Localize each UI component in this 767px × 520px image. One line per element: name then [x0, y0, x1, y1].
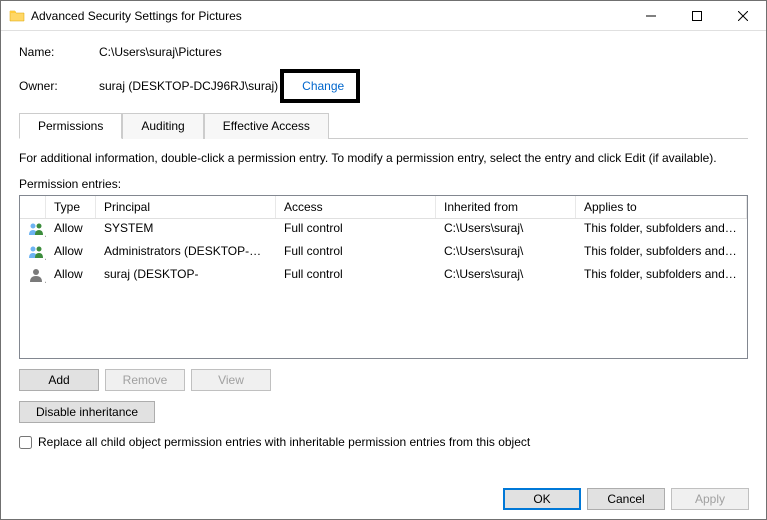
dialog-footer: OK Cancel Apply [0, 477, 767, 520]
owner-value: suraj (DESKTOP-DCJ96RJ\suraj) Change [99, 69, 360, 103]
cell-type: Allow [46, 220, 96, 241]
instruction-text: For additional information, double-click… [19, 151, 748, 165]
owner-label: Owner: [19, 79, 99, 93]
grid-body: AllowSYSTEMFull controlC:\Users\suraj\Th… [20, 219, 747, 288]
tabs: Permissions Auditing Effective Access [19, 113, 748, 139]
column-access[interactable]: Access [276, 196, 436, 218]
cancel-button[interactable]: Cancel [587, 488, 665, 510]
grid-header: Type Principal Access Inherited from App… [20, 196, 747, 219]
cell-applies: This folder, subfolders and files [576, 220, 747, 241]
cell-access: Full control [276, 266, 436, 287]
close-button[interactable] [720, 1, 766, 30]
cell-principal: SYSTEM [96, 220, 276, 241]
cell-inherited: C:\Users\suraj\ [436, 266, 576, 287]
column-inherited[interactable]: Inherited from [436, 196, 576, 218]
cell-principal: suraj (DESKTOP- [96, 266, 276, 287]
users-group-icon [20, 243, 46, 264]
cell-applies: This folder, subfolders and files [576, 243, 747, 264]
apply-button: Apply [671, 488, 749, 510]
folder-security-icon [9, 8, 25, 24]
add-button[interactable]: Add [19, 369, 99, 391]
name-value: C:\Users\suraj\Pictures [99, 45, 222, 59]
tab-effective-access[interactable]: Effective Access [204, 113, 329, 139]
tab-auditing[interactable]: Auditing [122, 113, 203, 139]
cell-access: Full control [276, 220, 436, 241]
maximize-button[interactable] [674, 1, 720, 30]
name-label: Name: [19, 45, 99, 59]
cell-principal: Administrators (DESKTOP-DC... [96, 243, 276, 264]
replace-checkbox-row: Replace all child object permission entr… [19, 435, 748, 449]
permission-grid[interactable]: Type Principal Access Inherited from App… [19, 195, 748, 359]
owner-text: suraj (DESKTOP-DCJ96RJ\suraj) [99, 79, 278, 93]
replace-checkbox[interactable] [19, 436, 32, 449]
permission-buttons: Add Remove View [19, 369, 748, 391]
cell-access: Full control [276, 243, 436, 264]
content-area: Name: C:\Users\suraj\Pictures Owner: sur… [1, 31, 766, 459]
user-icon [20, 266, 46, 287]
table-row[interactable]: Allowsuraj (DESKTOP-Full controlC:\Users… [20, 265, 747, 288]
owner-row: Owner: suraj (DESKTOP-DCJ96RJ\suraj) Cha… [19, 69, 748, 103]
cell-inherited: C:\Users\suraj\ [436, 243, 576, 264]
inheritance-row: Disable inheritance [19, 401, 748, 423]
cell-inherited: C:\Users\suraj\ [436, 220, 576, 241]
column-principal[interactable]: Principal [96, 196, 276, 218]
tab-permissions[interactable]: Permissions [19, 113, 122, 139]
cell-type: Allow [46, 266, 96, 287]
change-owner-link[interactable]: Change [302, 79, 344, 93]
name-row: Name: C:\Users\suraj\Pictures [19, 45, 748, 59]
permission-entries-label: Permission entries: [19, 177, 748, 191]
minimize-button[interactable] [628, 1, 674, 30]
window-title: Advanced Security Settings for Pictures [31, 9, 628, 23]
change-highlight: Change [280, 69, 360, 103]
remove-button: Remove [105, 369, 185, 391]
ok-button[interactable]: OK [503, 488, 581, 510]
column-applies[interactable]: Applies to [576, 196, 747, 218]
table-row[interactable]: AllowAdministrators (DESKTOP-DC...Full c… [20, 242, 747, 265]
view-button: View [191, 369, 271, 391]
replace-checkbox-label[interactable]: Replace all child object permission entr… [38, 435, 530, 449]
users-group-icon [20, 220, 46, 241]
table-row[interactable]: AllowSYSTEMFull controlC:\Users\suraj\Th… [20, 219, 747, 242]
cell-applies: This folder, subfolders and files [576, 266, 747, 287]
disable-inheritance-button[interactable]: Disable inheritance [19, 401, 155, 423]
column-icon[interactable] [20, 196, 46, 218]
column-type[interactable]: Type [46, 196, 96, 218]
titlebar: Advanced Security Settings for Pictures [1, 1, 766, 31]
cell-type: Allow [46, 243, 96, 264]
